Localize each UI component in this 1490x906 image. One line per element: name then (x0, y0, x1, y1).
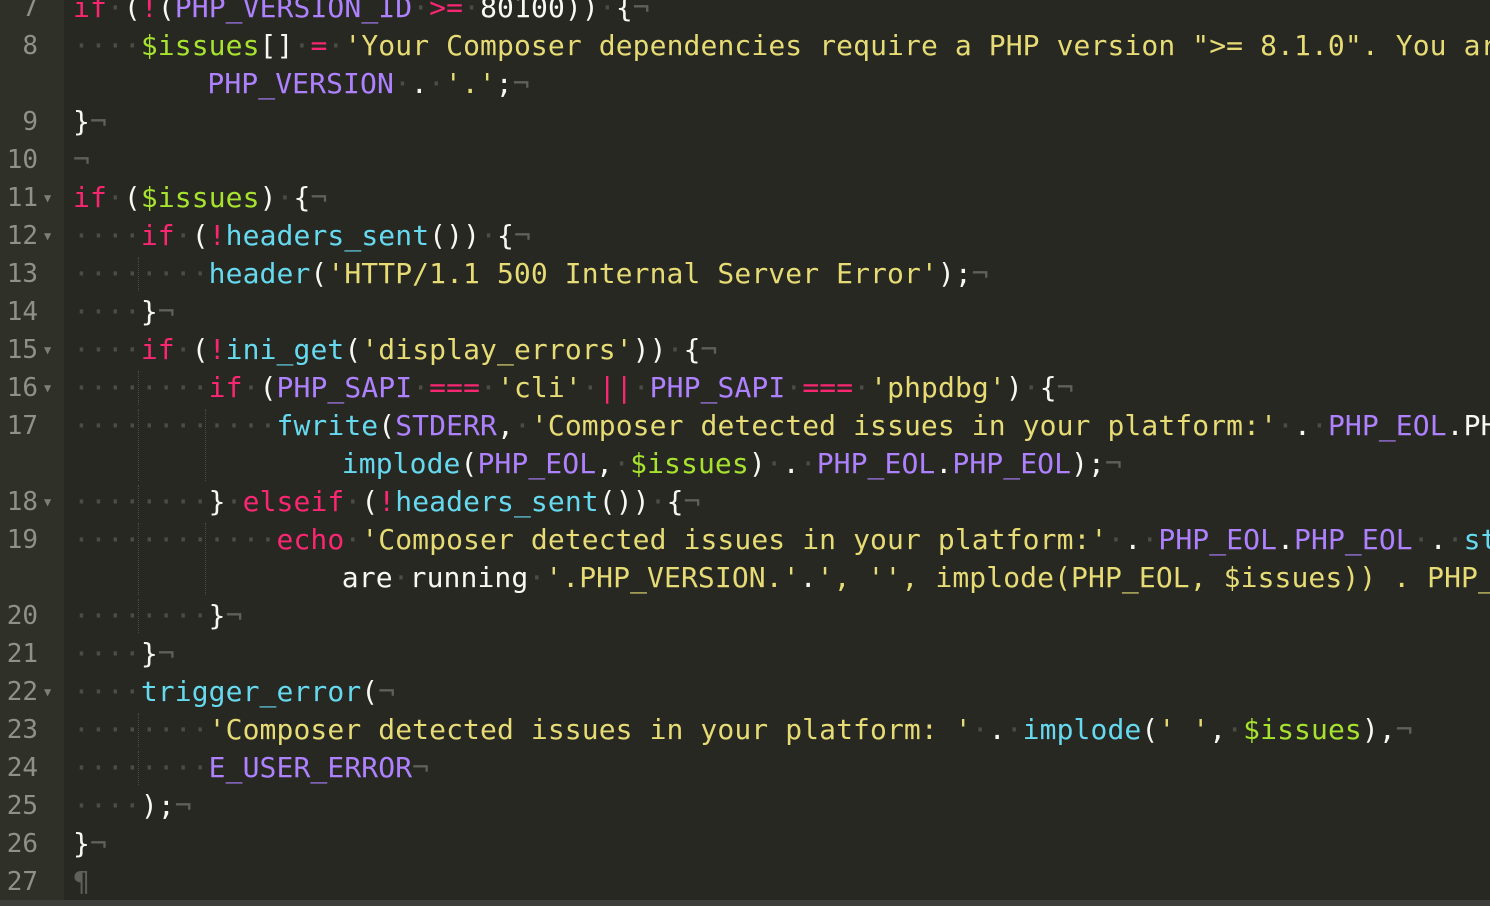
indent-guide (138, 599, 140, 633)
code-text: ····}¬ (73, 295, 175, 328)
line-number[interactable]: 15 (0, 331, 38, 369)
code-line[interactable]: 14 ····}¬ (0, 293, 1490, 331)
code-text: ····$issues[]·=·'Your Composer dependenc… (73, 29, 1490, 62)
line-number[interactable]: 21 (0, 635, 38, 673)
line-number[interactable]: 24 (0, 749, 38, 787)
code-text: ····if·(!headers_sent())·{¬ (73, 219, 531, 252)
code-text: ····}¬ (73, 637, 175, 670)
code-line[interactable]: 24 ········E_USER_ERROR¬ (0, 749, 1490, 787)
code-text: ¬ (73, 143, 90, 176)
code-line[interactable]: 13 ········header('HTTP/1.1 500 Internal … (0, 255, 1490, 293)
code-editor[interactable]: 7 if·(!(PHP_VERSION_ID·>=·80100))·{¬ 8 ····… (0, 0, 1490, 906)
line-number[interactable]: 10 (0, 141, 38, 179)
code-line[interactable]: 16 ▼ ········if·(PHP_SAPI·===·'cli'·||·PHP… (0, 369, 1490, 407)
code-text: implode(PHP_EOL,·$issues)·.·PHP_EOL.PHP_… (341, 447, 1122, 480)
code-text: ····);¬ (73, 789, 192, 822)
code-text: if·($issues)·{¬ (73, 181, 328, 214)
indent-guide (138, 371, 140, 405)
fold-toggle-icon[interactable]: ▼ (44, 483, 51, 521)
code-text: ········E_USER_ERROR¬ (73, 751, 430, 784)
fold-toggle-icon[interactable]: ▼ (44, 179, 51, 217)
fold-toggle-icon[interactable]: ▼ (44, 673, 51, 711)
code-line-wrap[interactable]: are·running·'.PHP_VERSION.'.', '', implo… (0, 559, 1490, 597)
code-text: ············fwrite(STDERR,·'Composer det… (73, 409, 1490, 442)
code-line[interactable]: 23 ········'Composer detected issues in y… (0, 711, 1490, 749)
code-line[interactable]: 9 }¬ (0, 103, 1490, 141)
indent-guide (138, 751, 140, 785)
code-text: PHP_VERSION·.·'.';¬ (207, 67, 530, 100)
code-text: ¶ (73, 865, 90, 898)
code-text: ············echo·'Composer detected issu… (73, 523, 1490, 556)
indent-guide (138, 713, 140, 747)
line-number[interactable]: 12 (0, 217, 38, 255)
line-number[interactable]: 19 (0, 521, 38, 559)
code-text: ········}·elseif·(!headers_sent())·{¬ (73, 485, 701, 518)
code-line[interactable]: 11 ▼ if·($issues)·{¬ (0, 179, 1490, 217)
code-line[interactable]: 22 ▼ ····trigger_error(¬ (0, 673, 1490, 711)
line-number[interactable]: 17 (0, 407, 38, 445)
code-line[interactable]: 10 ¬ (0, 141, 1490, 179)
line-number[interactable]: 7 (0, 0, 38, 27)
code-line[interactable]: 21 ····}¬ (0, 635, 1490, 673)
code-line[interactable]: 8 ····$issues[]·=·'Your Composer dependen… (0, 27, 1490, 65)
code-text: ····if·(!ini_get('display_errors'))·{¬ (73, 333, 718, 366)
code-line[interactable]: 7 if·(!(PHP_VERSION_ID·>=·80100))·{¬ (0, 0, 1490, 27)
line-number[interactable]: 18 (0, 483, 38, 521)
fold-toggle-icon[interactable]: ▼ (44, 217, 51, 255)
line-number[interactable]: 11 (0, 179, 38, 217)
code-text: are·running·'.PHP_VERSION.'.', '', implo… (341, 561, 1490, 594)
code-line[interactable]: 27 ¶ (0, 863, 1490, 901)
line-number[interactable]: 13 (0, 255, 38, 293)
line-number[interactable]: 25 (0, 787, 38, 825)
code-text: ····trigger_error(¬ (73, 675, 396, 708)
fold-toggle-icon[interactable]: ▼ (44, 331, 51, 369)
line-number[interactable]: 22 (0, 673, 38, 711)
fold-toggle-icon[interactable]: ▼ (44, 369, 51, 407)
code-line[interactable]: 17 ············fwrite(STDERR,·'Composer d… (0, 407, 1490, 445)
code-text: ········header('HTTP/1.1 500 Internal Se… (73, 257, 989, 290)
code-text: }¬ (73, 827, 107, 860)
code-text: ········}¬ (73, 599, 243, 632)
code-text: if·(!(PHP_VERSION_ID·>=·80100))·{¬ (73, 0, 650, 24)
line-number[interactable]: 9 (0, 103, 38, 141)
line-number[interactable]: 14 (0, 293, 38, 331)
code-line-wrap[interactable]: PHP_VERSION·.·'.';¬ (0, 65, 1490, 103)
code-line-wrap[interactable]: implode(PHP_EOL,·$issues)·.·PHP_EOL.PHP_… (0, 445, 1490, 483)
line-number[interactable]: 8 (0, 27, 38, 65)
line-number[interactable]: 20 (0, 597, 38, 635)
line-number[interactable]: 27 (0, 863, 38, 901)
code-text: ········if·(PHP_SAPI·===·'cli'·||·PHP_SA… (73, 371, 1074, 404)
code-text: ········'Composer detected issues in you… (73, 713, 1413, 746)
horizontal-scrollbar[interactable] (0, 900, 1490, 906)
indent-guide (138, 485, 140, 519)
indent-guide (138, 257, 140, 291)
line-number[interactable]: 26 (0, 825, 38, 863)
code-text: }¬ (73, 105, 107, 138)
code-line[interactable]: 15 ▼ ····if·(!ini_get('display_errors'))·{… (0, 331, 1490, 369)
code-line[interactable]: 18 ▼ ········}·elseif·(!headers_sent())·{¬ (0, 483, 1490, 521)
code-line[interactable]: 25 ····);¬ (0, 787, 1490, 825)
line-number[interactable]: 16 (0, 369, 38, 407)
code-line[interactable]: 26 }¬ (0, 825, 1490, 863)
code-line[interactable]: 19 ············echo·'Composer detected is… (0, 521, 1490, 559)
code-line[interactable]: 12 ▼ ····if·(!headers_sent())·{¬ (0, 217, 1490, 255)
line-number[interactable]: 23 (0, 711, 38, 749)
code-line[interactable]: 20 ········}¬ (0, 597, 1490, 635)
